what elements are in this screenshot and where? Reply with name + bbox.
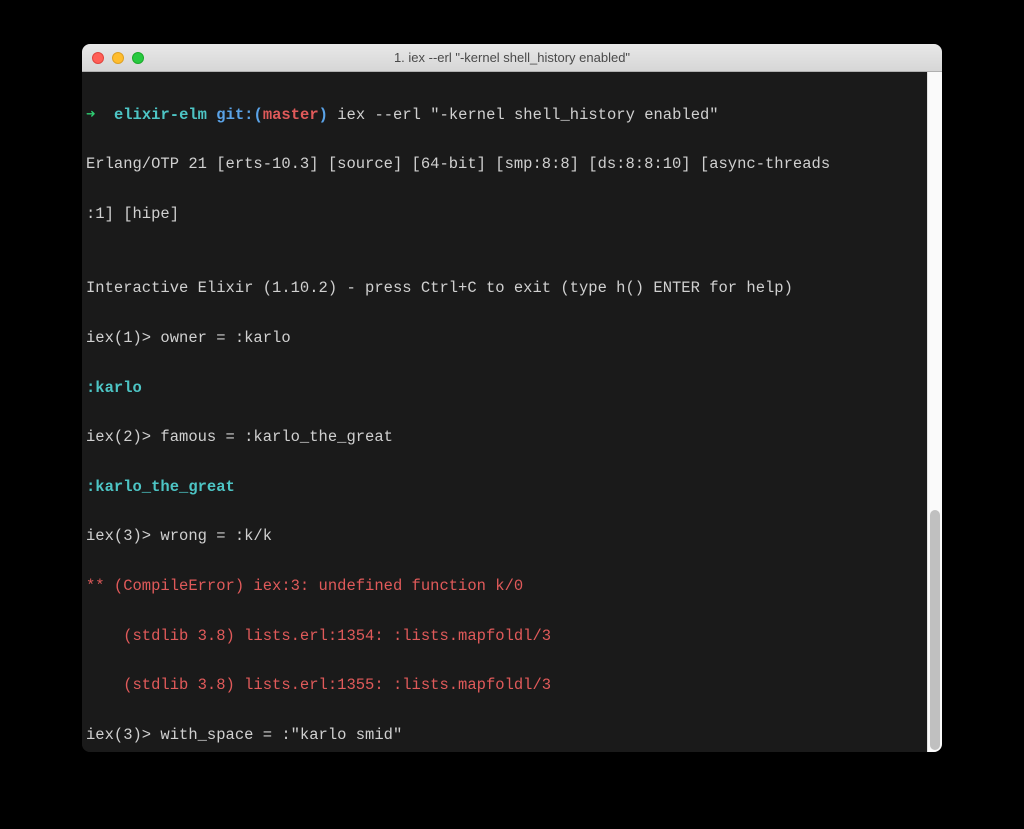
git-branch: master [263,106,319,124]
window-title: 1. iex --erl "-kernel shell_history enab… [82,50,942,65]
terminal-body: ➜ elixir-elm git:(master) iex --erl "-ke… [82,72,942,752]
git-label: git: [216,106,253,124]
paren-close: ) [319,106,328,124]
command-text: iex --erl "-kernel shell_history enabled… [328,106,719,124]
iex-input-line: iex(3)> wrong = :k/k [86,524,927,549]
shell-prompt-line: ➜ elixir-elm git:(master) iex --erl "-ke… [86,103,927,128]
terminal-content[interactable]: ➜ elixir-elm git:(master) iex --erl "-ke… [82,72,927,752]
output-line: Interactive Elixir (1.10.2) - press Ctrl… [86,276,927,301]
iex-input-line: iex(1)> owner = :karlo [86,326,927,351]
zoom-icon[interactable] [132,52,144,64]
minimize-icon[interactable] [112,52,124,64]
output-line: Erlang/OTP 21 [erts-10.3] [source] [64-b… [86,152,927,177]
current-dir: elixir-elm [114,106,207,124]
error-line: ** (CompileError) iex:3: undefined funct… [86,574,927,599]
titlebar[interactable]: 1. iex --erl "-kernel shell_history enab… [82,44,942,72]
scrollbar-track[interactable] [927,72,942,752]
close-icon[interactable] [92,52,104,64]
iex-input-line: iex(3)> with_space = :"karlo smid" [86,723,927,748]
scrollbar-thumb[interactable] [930,510,940,750]
terminal-window: 1. iex --erl "-kernel shell_history enab… [82,44,942,752]
iex-input-line: iex(2)> famous = :karlo_the_great [86,425,927,450]
output-line: :1] [hipe] [86,202,927,227]
paren-open: ( [254,106,263,124]
traffic-lights [92,52,144,64]
error-line: (stdlib 3.8) lists.erl:1355: :lists.mapf… [86,673,927,698]
iex-result: :karlo_the_great [86,475,927,500]
error-line: (stdlib 3.8) lists.erl:1354: :lists.mapf… [86,624,927,649]
prompt-arrow-icon: ➜ [86,106,95,124]
iex-result: :karlo [86,376,927,401]
